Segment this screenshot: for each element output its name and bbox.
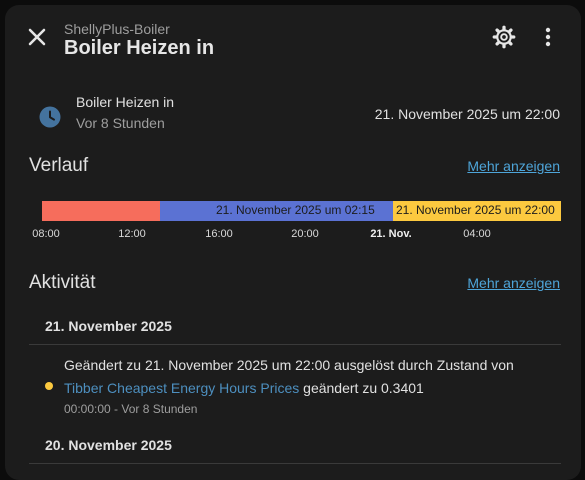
timeline-segment-label: 21. November 2025 um 02:15 bbox=[216, 203, 375, 217]
timeline-tick-label: 04:00 bbox=[463, 228, 491, 240]
divider bbox=[29, 463, 561, 464]
more-options-button[interactable] bbox=[541, 24, 555, 50]
close-button[interactable] bbox=[23, 23, 51, 51]
settings-button[interactable] bbox=[491, 24, 517, 50]
timeline-segment[interactable]: 21. November 2025 um 02:15 bbox=[160, 201, 393, 221]
timeline-tick-label: 08:00 bbox=[32, 228, 60, 240]
more-info-dialog: ShellyPlus-Boiler Boiler Heizen in Boile… bbox=[5, 5, 581, 480]
logbook-entry-change: geändert zu 0.3401 bbox=[299, 380, 424, 396]
logbook-entry-message: Geändert zu 21. November 2025 um 22:00 a… bbox=[64, 357, 514, 373]
history-timeline[interactable]: 21. November 2025 um 02:15 21. November … bbox=[42, 201, 561, 221]
clock-icon bbox=[38, 105, 62, 129]
header-subtitle: ShellyPlus-Boiler bbox=[64, 21, 170, 37]
logbook-entry-trigger: Tibber Cheapest Energy Hours Prices geän… bbox=[64, 380, 424, 396]
history-title: Verlauf bbox=[29, 155, 89, 176]
logbook-entry-time: 00:00:00 - Vor 8 Stunden bbox=[64, 402, 198, 416]
history-more-link[interactable]: Mehr anzeigen bbox=[467, 158, 560, 174]
timeline-tick-label: 21. Nov. bbox=[370, 228, 412, 240]
activity-more-link[interactable]: Mehr anzeigen bbox=[467, 275, 560, 291]
state-relative-time: Vor 8 Stunden bbox=[76, 115, 165, 131]
logbook-day-header: 21. November 2025 bbox=[45, 318, 172, 334]
timeline-tick-label: 16:00 bbox=[205, 228, 233, 240]
state-entity-name: Boiler Heizen in bbox=[76, 94, 175, 110]
close-icon bbox=[23, 28, 51, 55]
activity-title: Aktivität bbox=[29, 272, 96, 293]
logbook-entity-link[interactable]: Tibber Cheapest Energy Hours Prices bbox=[64, 380, 299, 396]
gear-icon bbox=[491, 25, 517, 54]
logbook-day-header: 20. November 2025 bbox=[45, 437, 172, 453]
more-vertical-icon bbox=[541, 27, 555, 54]
divider bbox=[29, 344, 561, 345]
state-value: 21. November 2025 um 22:00 bbox=[374, 106, 560, 122]
timeline-tick-label: 12:00 bbox=[118, 228, 146, 240]
logbook-entry-dot bbox=[45, 382, 53, 390]
timeline-segment[interactable] bbox=[42, 201, 160, 221]
header-title: Boiler Heizen in bbox=[64, 37, 215, 59]
timeline-segment-label: 21. November 2025 um 22:00 bbox=[396, 203, 555, 217]
timeline-tick-label: 20:00 bbox=[291, 228, 319, 240]
timeline-segment[interactable]: 21. November 2025 um 22:00 bbox=[393, 201, 561, 221]
